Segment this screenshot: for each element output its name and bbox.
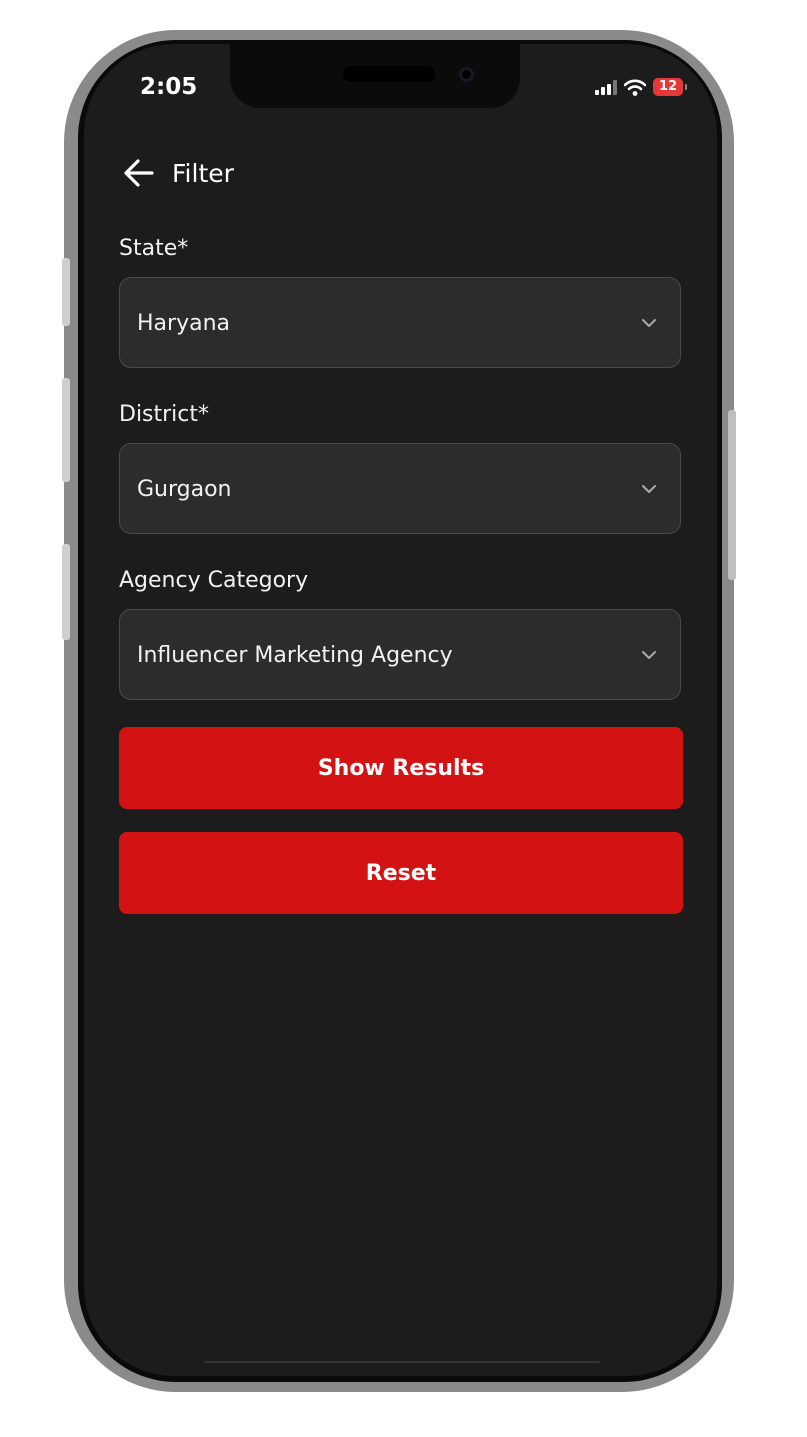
state-select[interactable]: Haryana (119, 277, 681, 368)
agency-category-select[interactable]: Influencer Marketing Agency (119, 609, 681, 700)
volume-down-button (62, 544, 70, 640)
agency-category-label: Agency Category (119, 568, 309, 593)
home-indicator (204, 1361, 600, 1363)
status-time: 2:05 (140, 74, 198, 100)
reset-button[interactable]: Reset (119, 832, 683, 914)
chevron-down-icon (642, 651, 656, 659)
chevron-down-icon (642, 319, 656, 327)
wifi-icon (624, 79, 646, 96)
state-label: State* (119, 236, 189, 261)
power-button (728, 410, 736, 580)
show-results-button[interactable]: Show Results (119, 727, 683, 809)
page-title: Filter (172, 158, 234, 188)
arrow-left-icon[interactable] (122, 156, 156, 190)
volume-up-button (62, 378, 70, 482)
battery-icon: 12 (653, 78, 687, 96)
mute-switch (62, 258, 70, 326)
front-camera (459, 67, 474, 82)
state-value: Haryana (137, 311, 230, 336)
district-value: Gurgaon (137, 477, 232, 502)
header: Filter (122, 156, 234, 190)
app-screen: 2:05 12 Filter State* Haryana District* … (84, 44, 717, 1376)
notch (230, 44, 520, 108)
status-icons: 12 (595, 78, 687, 96)
chevron-down-icon (642, 485, 656, 493)
speaker (343, 66, 435, 82)
district-select[interactable]: Gurgaon (119, 443, 681, 534)
agency-category-value: Influencer Marketing Agency (137, 643, 453, 668)
district-label: District* (119, 402, 210, 427)
cellular-signal-icon (595, 79, 617, 95)
